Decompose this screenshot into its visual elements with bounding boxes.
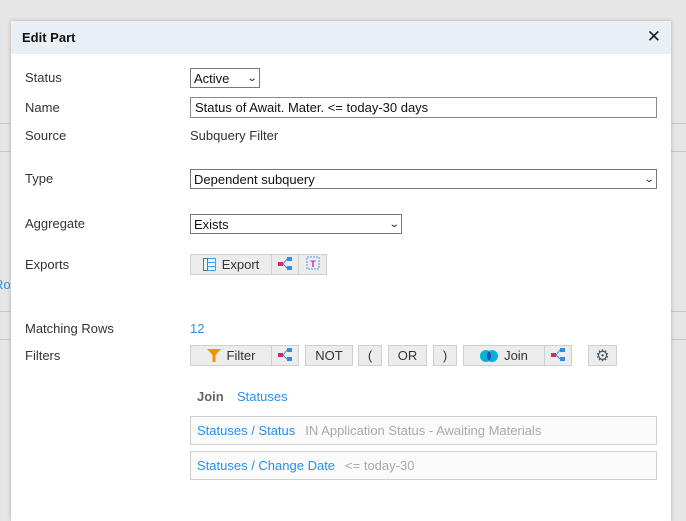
dialog-title: Edit Part	[22, 30, 76, 45]
condition-field-link[interactable]: Statuses / Change Date	[197, 458, 335, 473]
text-export-button[interactable]: T	[298, 254, 327, 275]
chevron-down-icon: ⌄	[643, 173, 655, 185]
settings-button[interactable]: ⚙	[588, 345, 617, 366]
status-label: Status	[25, 70, 62, 85]
join-table-link[interactable]: Statuses	[237, 389, 288, 404]
spreadsheet-icon	[202, 258, 216, 271]
type-label: Type	[25, 171, 54, 186]
join-circles-icon	[480, 349, 499, 362]
chevron-down-icon: ⌄	[246, 72, 258, 84]
join-button[interactable]: Join	[463, 345, 545, 366]
filter-button[interactable]: Filter	[190, 345, 272, 366]
aggregate-label: Aggregate	[25, 216, 85, 231]
join-condition-row: Statuses / Status IN Application Status -…	[190, 416, 657, 445]
condition-field-link[interactable]: Statuses / Status	[197, 423, 295, 438]
join-heading: Join	[197, 389, 224, 404]
filters-label: Filters	[25, 348, 61, 363]
chevron-down-icon: ⌄	[388, 218, 400, 230]
gear-icon: ⚙	[595, 347, 610, 365]
join-label: Join	[504, 348, 528, 363]
name-label: Name	[25, 100, 60, 115]
matching-rows-value[interactable]: 12	[190, 321, 204, 336]
close-paren-button[interactable]: )	[433, 345, 457, 366]
or-button[interactable]: OR	[388, 345, 427, 366]
condition-text: <= today-30	[345, 458, 415, 473]
export-button[interactable]: Export	[190, 254, 272, 275]
status-select[interactable]: Active ⌄	[190, 68, 260, 88]
status-value: Active	[194, 70, 230, 86]
exports-label: Exports	[25, 257, 70, 272]
export-share-button[interactable]	[271, 254, 299, 275]
filter-label: Filter	[226, 348, 256, 363]
share-icon	[551, 347, 565, 364]
source-label: Source	[25, 128, 67, 143]
filter-share-button[interactable]	[271, 345, 299, 366]
source-value: Subquery Filter	[190, 128, 279, 143]
share-icon	[278, 347, 292, 364]
name-input[interactable]: Status of Await. Mater. <= today-30 days	[190, 97, 657, 118]
type-select[interactable]: Dependent subquery ⌄	[190, 169, 657, 189]
close-icon[interactable]: ✕	[647, 28, 661, 46]
dialog-header: Edit Part ✕	[11, 21, 671, 54]
aggregate-select[interactable]: Exists ⌄	[190, 214, 402, 234]
background-link: Ro	[0, 277, 11, 292]
type-value: Dependent subquery	[194, 171, 315, 187]
matching-rows-label: Matching Rows	[25, 321, 114, 336]
open-paren-button[interactable]: (	[358, 345, 382, 366]
svg-text:T: T	[310, 259, 316, 269]
aggregate-value: Exists	[194, 216, 229, 232]
condition-text: IN Application Status - Awaiting Materia…	[305, 423, 542, 438]
not-button[interactable]: NOT	[305, 345, 353, 366]
edit-part-dialog: Edit Part ✕ Status Active ⌄ Name Status o…	[11, 21, 671, 521]
export-label: Export	[221, 257, 260, 272]
join-share-button[interactable]	[544, 345, 572, 366]
funnel-icon	[206, 349, 221, 362]
share-icon	[278, 256, 292, 273]
join-condition-row: Statuses / Change Date <= today-30	[190, 451, 657, 480]
text-frame-icon: T	[306, 256, 320, 273]
